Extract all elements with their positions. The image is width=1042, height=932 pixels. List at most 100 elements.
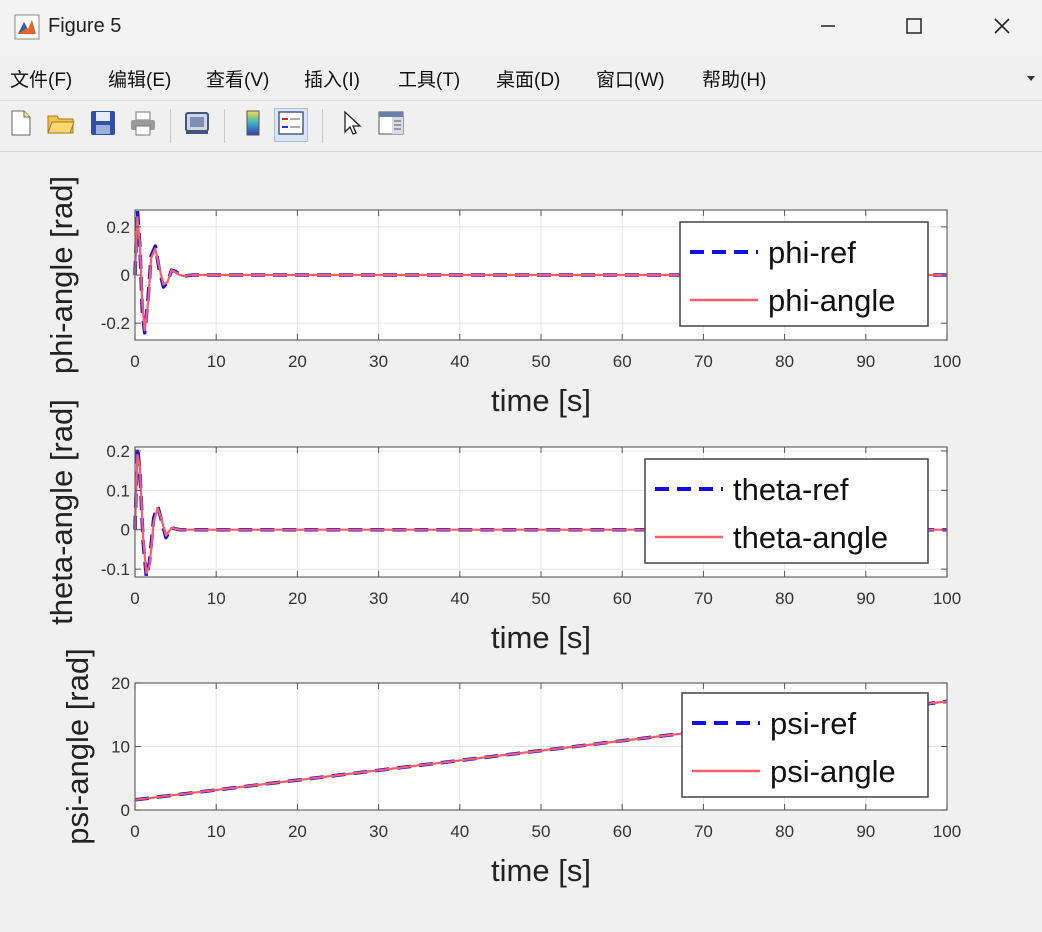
y-tick-label: 0.2 xyxy=(106,218,130,237)
save-icon xyxy=(90,110,116,141)
menu-file[interactable]: 文件(F) xyxy=(10,65,72,92)
x-tick-label: 90 xyxy=(856,822,875,841)
x-tick-label: 80 xyxy=(775,589,794,608)
open-property-inspector-button[interactable] xyxy=(374,108,408,142)
y-tick-label: -0.1 xyxy=(101,560,130,579)
x-tick-label: 40 xyxy=(450,822,469,841)
x-tick-label: 70 xyxy=(694,822,713,841)
x-tick-label: 40 xyxy=(450,589,469,608)
legend-label: theta-angle xyxy=(733,520,888,555)
window-title: Figure 5 xyxy=(48,15,122,37)
subplot-1[interactable]: 0 10 20 30 40 50 60 70 80 90 1000.20-0.2time [s]ph… xyxy=(44,176,961,418)
y-tick-label: 0 xyxy=(121,266,130,285)
new-figure-button[interactable] xyxy=(4,108,38,142)
legend[interactable]: theta-ref theta-angle xyxy=(644,458,929,564)
menu-window[interactable]: 窗口(W) xyxy=(596,65,665,92)
minimize-button[interactable] xyxy=(798,8,858,48)
menu-edit[interactable]: 编辑(E) xyxy=(108,65,171,92)
legend-label: psi-angle xyxy=(770,754,896,789)
x-tick-label: 50 xyxy=(532,589,551,608)
link-plot-button[interactable] xyxy=(180,108,214,142)
toolbar-separator xyxy=(224,109,225,143)
x-tick-label: 70 xyxy=(694,352,713,371)
open-file-button[interactable] xyxy=(44,108,78,142)
menu-view[interactable]: 查看(V) xyxy=(206,65,269,92)
matlab-figure-icon xyxy=(14,14,40,40)
x-tick-label: 100 xyxy=(933,352,961,371)
x-tick-label: 50 xyxy=(532,352,551,371)
x-tick-label: 30 xyxy=(369,822,388,841)
x-tick-label: 80 xyxy=(775,352,794,371)
y-tick-label: 0 xyxy=(121,521,130,540)
x-tick-label: 20 xyxy=(288,822,307,841)
legend-label: phi-angle xyxy=(768,283,896,318)
menu-help[interactable]: 帮助(H) xyxy=(702,65,766,92)
x-tick-label: 60 xyxy=(613,822,632,841)
y-tick-label: 20 xyxy=(111,674,130,693)
open-file-icon xyxy=(47,111,75,140)
title-bar: Figure 5 xyxy=(0,0,1042,56)
link-plot-icon xyxy=(183,110,211,141)
x-tick-label: 0 xyxy=(130,352,139,371)
x-tick-label: 0 xyxy=(130,589,139,608)
figure-canvas: 0 10 20 30 40 50 60 70 80 90 1000.20-0.2time [s]ph… xyxy=(44,176,961,888)
new-figure-icon xyxy=(9,110,33,141)
y-tick-label: 10 xyxy=(111,738,130,757)
print-button[interactable] xyxy=(126,108,160,142)
subplot-3[interactable]: 0 10 20 30 40 50 60 70 80 90 10020100time [s]psi-a… xyxy=(60,648,961,888)
save-button[interactable] xyxy=(86,108,120,142)
y-axis-label: phi-angle [rad] xyxy=(44,176,79,374)
x-tick-label: 100 xyxy=(933,589,961,608)
x-axis-label: time [s] xyxy=(491,383,591,418)
x-tick-label: 10 xyxy=(207,352,226,371)
x-tick-label: 100 xyxy=(933,822,961,841)
y-tick-label: -0.2 xyxy=(101,314,130,333)
insert-legend-button[interactable] xyxy=(274,108,308,142)
legend-label: phi-ref xyxy=(768,235,856,270)
open-property-inspector-icon xyxy=(377,110,405,141)
x-tick-label: 10 xyxy=(207,589,226,608)
menu-desktop[interactable]: 桌面(D) xyxy=(496,65,560,92)
legend-label: theta-ref xyxy=(733,472,849,507)
print-icon xyxy=(129,110,157,141)
close-icon xyxy=(993,17,1011,40)
x-tick-label: 90 xyxy=(856,352,875,371)
y-axis-label: psi-angle [rad] xyxy=(60,648,95,844)
maximize-icon xyxy=(905,17,923,40)
insert-colorbar-icon xyxy=(243,109,263,142)
menu-insert[interactable]: 插入(I) xyxy=(304,65,360,92)
x-axis-label: time [s] xyxy=(491,620,591,655)
chevron-down-icon[interactable] xyxy=(1026,70,1036,81)
x-axis-label: time [s] xyxy=(491,853,591,888)
subplot-2[interactable]: 0 10 20 30 40 50 60 70 80 90 1000.20.10-0.1time [s… xyxy=(44,399,961,655)
x-tick-label: 20 xyxy=(288,589,307,608)
x-tick-label: 60 xyxy=(613,352,632,371)
edit-plot-button[interactable] xyxy=(334,108,368,142)
y-axis-label: theta-angle [rad] xyxy=(44,399,79,625)
figure-toolbar xyxy=(0,100,1042,152)
x-tick-label: 30 xyxy=(369,352,388,371)
y-tick-label: 0 xyxy=(121,801,130,820)
x-tick-label: 0 xyxy=(130,822,139,841)
y-tick-label: 0.2 xyxy=(106,442,130,461)
x-tick-label: 60 xyxy=(613,589,632,608)
edit-plot-icon xyxy=(340,110,362,141)
x-tick-label: 40 xyxy=(450,352,469,371)
x-tick-label: 90 xyxy=(856,589,875,608)
insert-colorbar-button[interactable] xyxy=(236,108,270,142)
legend[interactable]: phi-ref phi-angle xyxy=(679,221,929,327)
legend[interactable]: psi-ref psi-angle xyxy=(681,692,929,798)
x-tick-label: 80 xyxy=(775,822,794,841)
insert-legend-icon xyxy=(278,110,304,140)
x-tick-label: 10 xyxy=(207,822,226,841)
x-tick-label: 20 xyxy=(288,352,307,371)
y-tick-label: 0.1 xyxy=(106,481,130,500)
maximize-button[interactable] xyxy=(884,8,944,48)
legend-label: psi-ref xyxy=(770,706,857,741)
close-button[interactable] xyxy=(972,8,1032,48)
x-tick-label: 70 xyxy=(694,589,713,608)
toolbar-separator xyxy=(170,109,171,143)
toolbar-separator xyxy=(322,109,323,143)
menu-tools[interactable]: 工具(T) xyxy=(398,65,460,92)
menu-bar: 文件(F) 编辑(E) 查看(V) 插入(I) 工具(T) 桌面(D) 窗口(W… xyxy=(0,58,1042,96)
